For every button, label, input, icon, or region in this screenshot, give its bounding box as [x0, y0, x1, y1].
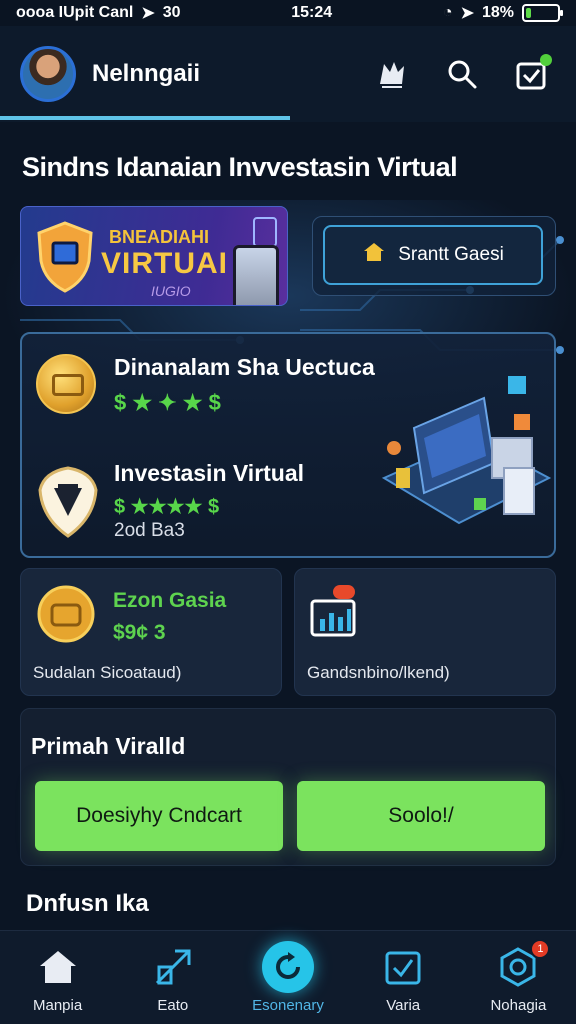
- battery-percent: 18%: [481, 4, 514, 21]
- promo-line-1: BNEADIAHI: [109, 227, 210, 247]
- checkmark-box-icon[interactable]: [512, 54, 552, 94]
- item1-rating: $ ★ ✦ ★ $: [114, 390, 221, 415]
- notification-badge: 1: [530, 939, 551, 959]
- shield-badge-icon: [38, 466, 98, 543]
- carrier-label: ᴏᴏᴏa IUpit Canl: [16, 4, 134, 21]
- nav-item-home[interactable]: Manpia: [0, 931, 115, 1024]
- username: Nelnngaii: [92, 60, 201, 87]
- house-icon: [362, 241, 386, 269]
- start-game-label: Srantt Gaesi: [398, 244, 504, 265]
- nav-item-trend[interactable]: Eato: [115, 931, 230, 1024]
- nav-label-refresh: Esonenary: [252, 997, 324, 1014]
- checkbox-icon: [381, 945, 425, 989]
- header-tab-indicator: [0, 116, 290, 120]
- battery-icon: [522, 4, 563, 22]
- item1-title: Dinanalam Sha Uectuca: [114, 354, 375, 380]
- primary-action-button[interactable]: Doesiyhy Cndcart: [35, 781, 283, 851]
- status-bar: ᴏᴏᴏa IUpit Canl ➤ 30 15:24 ◔ ➤ 18%: [0, 0, 576, 26]
- promo-line-3: IUGIO: [151, 283, 191, 299]
- item2-rating: $ ★★★★ $: [114, 496, 220, 518]
- nav-label-home: Manpia: [33, 997, 83, 1014]
- navigation-icon: ➤: [460, 5, 474, 22]
- card-left-value: $9¢ 3: [113, 621, 166, 644]
- start-panel: Srantt Gaesi: [312, 216, 556, 296]
- trend-arrow-icon: [151, 945, 195, 989]
- home-icon: [36, 945, 80, 989]
- nav-item-refresh[interactable]: Esonenary: [230, 931, 345, 1024]
- location-icon: ➤: [141, 5, 155, 22]
- phone-icon: [233, 245, 279, 305]
- start-game-button[interactable]: Srantt Gaesi: [323, 225, 543, 285]
- item2-title: Investasin Virtual: [114, 460, 305, 486]
- bottom-navigation: Manpia Eato Esonenary Varia 1 Nohagia: [0, 930, 576, 1024]
- avatar[interactable]: [20, 46, 76, 102]
- search-icon[interactable]: [442, 54, 482, 94]
- battery-level: [526, 8, 532, 18]
- network-label: 30: [162, 4, 181, 21]
- coin-icon: [37, 585, 95, 643]
- hexagon-icon: 1: [496, 939, 551, 989]
- card-investment-right[interactable]: Gandsnbino/lkend): [294, 568, 556, 696]
- wolf-icon[interactable]: [372, 54, 412, 94]
- nav-item-profile[interactable]: 1 Nohagia: [461, 931, 576, 1024]
- promo-banner[interactable]: BNEADIAHI VIRTUAI IUGIO: [20, 206, 288, 306]
- coin-icon: [36, 354, 96, 414]
- page-title: Sindns Idanaian Invvestasin Virtual: [22, 152, 458, 182]
- refresh-icon: [262, 941, 314, 993]
- badge-icon: [253, 217, 277, 247]
- section-heading: Dnfusn Ika: [26, 890, 149, 917]
- investment-card[interactable]: Dinanalam Sha Uectuca $ ★ ✦ ★ $ Investas…: [20, 332, 556, 558]
- promo-line-2: VIRTUAI: [101, 247, 228, 280]
- nav-label-profile: Nohagia: [490, 997, 547, 1014]
- clock: 15:24: [291, 4, 333, 21]
- app-header: Nelnngaii: [0, 26, 576, 122]
- secondary-action-button[interactable]: Soolo!/: [297, 781, 545, 851]
- card-investment-left[interactable]: Ezon Gasia $9¢ 3 Sudalan Sicoataud): [20, 568, 282, 696]
- card-left-title: Ezon Gasia: [113, 589, 227, 612]
- premium-section: Primah Viralld Doesiyhy Cndcart Soolo!/: [20, 708, 556, 866]
- premium-title: Primah Viralld: [31, 733, 186, 759]
- shield-icon: [35, 221, 95, 298]
- alarm-icon: ◔: [442, 4, 453, 21]
- item2-count: 2od Ba3: [114, 520, 185, 541]
- nav-label-trend: Eato: [157, 997, 189, 1014]
- card-right-caption: Gandsnbino/lkend): [307, 663, 450, 682]
- notification-dot: [540, 54, 552, 66]
- nav-label-tasks: Varia: [386, 997, 421, 1014]
- nav-item-tasks[interactable]: Varia: [346, 931, 461, 1024]
- laptop-illustration-icon: [374, 368, 554, 553]
- card-left-caption: Sudalan Sicoataud): [33, 663, 182, 682]
- alert-badge: [333, 585, 355, 599]
